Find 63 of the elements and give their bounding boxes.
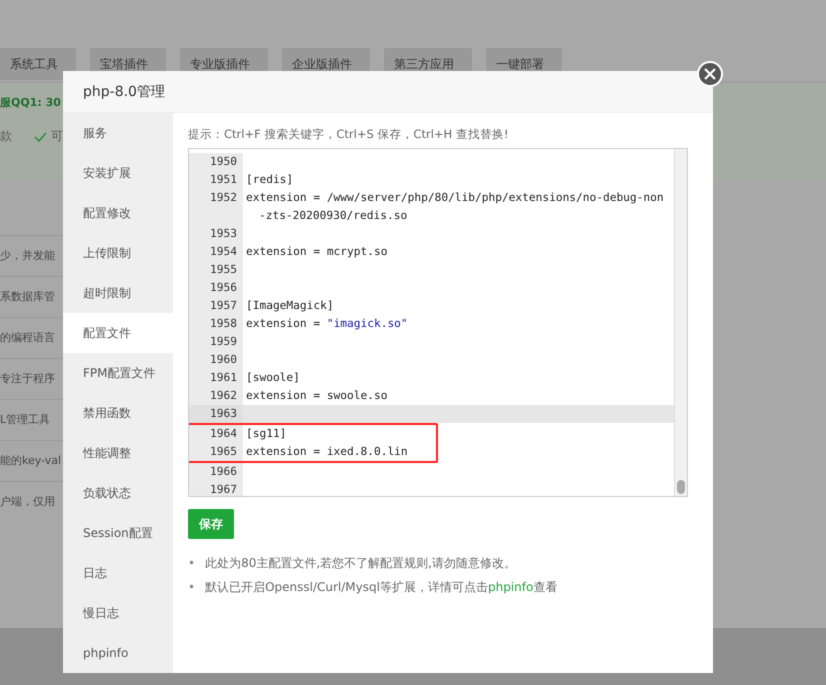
banner-text: 服QQ1: 30: [0, 95, 62, 110]
line-number: 1960: [189, 351, 243, 369]
line-number: 1953: [189, 225, 243, 243]
code-line: [swoole]: [245, 371, 300, 384]
sidebar-item[interactable]: 服务: [63, 113, 173, 153]
code-editor[interactable]: [188, 148, 688, 497]
check-icon: [34, 132, 47, 142]
note-text: 此处为80主配置文件,若您不了解配置规则,请勿随意修改。: [205, 555, 516, 571]
sidebar-item[interactable]: 超时限制: [63, 273, 173, 313]
line-number: 1956: [189, 279, 243, 297]
line-number: 1967: [189, 481, 243, 496]
bullet-mark: •: [188, 555, 196, 571]
line-number: 1962: [189, 387, 243, 405]
note-text: 默认已开启Openssl/Curl/Mysql等扩展，详情可点击phpinfo查看: [205, 579, 558, 595]
line-number: 1966: [189, 463, 243, 481]
code-line: [redis]: [245, 173, 294, 186]
line-number: 1957: [189, 297, 243, 315]
line-number: 1950: [189, 153, 243, 171]
row-text: 系数据库管: [0, 290, 55, 303]
line-number: 1954: [189, 243, 243, 261]
sidebar-item[interactable]: 安装扩展: [63, 153, 173, 193]
sidebar-item[interactable]: 负载状态: [63, 473, 173, 513]
row-text: L管理工具: [0, 413, 50, 426]
code-line: extension = /www/server/php/80/lib/php/extensions/no-debug-non: [245, 191, 664, 204]
row-text: 的编程语言: [0, 331, 55, 344]
row-text: 少，并发能: [0, 249, 55, 262]
sidebar-item[interactable]: Session配置: [63, 513, 173, 553]
row-text: 能的key-val: [0, 454, 62, 467]
line-number: 1959: [189, 333, 243, 351]
banner-item: 可: [51, 128, 63, 145]
dialog-title: php-8.0管理: [83, 82, 165, 100]
line-number: 1951: [189, 171, 243, 189]
sidebar-item[interactable]: 上传限制: [63, 233, 173, 273]
banner-item: 款: [0, 128, 12, 145]
code-line: [ImageMagick]: [245, 299, 334, 312]
line-number: 1965: [189, 443, 243, 461]
close-icon[interactable]: [697, 61, 723, 87]
line-number: 1964: [189, 425, 243, 443]
nav-tab[interactable]: 系统工具: [0, 48, 76, 80]
sidebar-item[interactable]: 配置文件: [63, 313, 173, 353]
sidebar-item[interactable]: 性能调整: [63, 433, 173, 473]
row-text: 专注于程序: [0, 372, 55, 385]
line-number: 1958: [189, 315, 243, 333]
row-text: 户端，仅用: [0, 495, 55, 508]
sidebar-item[interactable]: 慢日志: [63, 593, 173, 633]
bullet-mark: •: [188, 579, 196, 595]
line-number: 1955: [189, 261, 243, 279]
sidebar-item[interactable]: 日志: [63, 553, 173, 593]
code-line: extension = ixed.8.0.lin: [245, 445, 408, 458]
sidebar-item[interactable]: 禁用函数: [63, 393, 173, 433]
line-number: 1963: [189, 405, 243, 423]
line-number: 1961: [189, 369, 243, 387]
sidebar-item[interactable]: FPM配置文件: [63, 353, 173, 393]
scrollbar[interactable]: [674, 149, 687, 496]
code-line: extension = "imagick.so": [245, 317, 408, 330]
sidebar-item[interactable]: phpinfo: [63, 633, 173, 673]
code-line: [sg11]: [245, 427, 286, 440]
line-number: 1952: [189, 189, 243, 225]
code-line: extension = swoole.so: [245, 389, 388, 402]
hint-text: 提示：Ctrl+F 搜索关键字，Ctrl+S 保存，Ctrl+H 查找替换!: [188, 127, 510, 142]
sidebar-item[interactable]: 配置修改: [63, 193, 173, 233]
code-line: extension = mcrypt.so: [245, 245, 388, 258]
code-line: -zts-20200930/redis.so: [258, 208, 408, 224]
